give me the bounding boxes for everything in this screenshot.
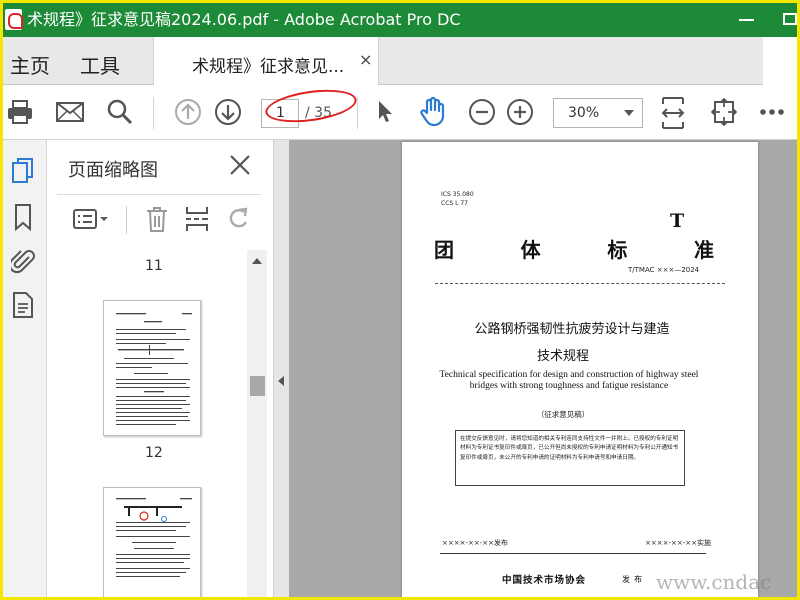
- tab-document[interactable]: 术规程》征求意见... ×: [153, 37, 379, 85]
- standard-number: T/TMAC ×××—2024: [628, 266, 700, 274]
- thumbnail-page-number: 11: [145, 258, 163, 274]
- draft-label: （征求意见稿）: [536, 410, 590, 419]
- ccs-line: CCS L 77: [441, 200, 468, 207]
- tab-tools[interactable]: 工具: [80, 50, 120, 79]
- zoom-select[interactable]: 30%: [553, 98, 643, 128]
- release-date: ××××-××-××发布: [442, 539, 508, 547]
- zoom-value: 30%: [568, 105, 600, 121]
- thumbnail-scrollbar[interactable]: [247, 250, 267, 597]
- select-cursor-icon[interactable]: [371, 98, 399, 126]
- document-title-zh-line2: 技术规程: [536, 349, 589, 364]
- app-window: 术规程》征求意见稿2024.06.pdf - Adobe Acrobat Pro…: [3, 3, 797, 597]
- heading-char: 准: [693, 238, 714, 262]
- zoom-in-icon[interactable]: [506, 98, 534, 126]
- thumbnail-page-number: 12: [145, 445, 163, 461]
- bookmark-icon[interactable]: [8, 202, 38, 232]
- tab-bar-end: [763, 37, 797, 85]
- email-icon[interactable]: [56, 98, 84, 126]
- thumbnails-panel: 页面缩略图 11 12: [47, 140, 273, 597]
- heading-char: 团: [434, 238, 454, 262]
- navigation-rail: [3, 140, 47, 597]
- page-thumbnails-icon[interactable]: [8, 156, 38, 186]
- next-page-icon[interactable]: [214, 98, 242, 126]
- acrobat-icon: [5, 9, 23, 30]
- pdf-page: ICS 35.080 CCS L 77 T 团 体 标 准 T/TMAC ×××…: [402, 142, 758, 597]
- toolbar-separator: [357, 97, 358, 129]
- document-view[interactable]: ICS 35.080 CCS L 77 T 团 体 标 准 T/TMAC ×××…: [289, 140, 797, 597]
- tab-home[interactable]: 主页: [10, 50, 50, 79]
- full-screen-icon[interactable]: [710, 98, 738, 126]
- document-properties-icon[interactable]: [8, 290, 38, 320]
- more-options-icon[interactable]: [758, 98, 786, 126]
- standard-type-heading: 团 体 标 准: [434, 234, 714, 263]
- main-toolbar: 1 / 35 30%: [3, 84, 797, 140]
- zoom-out-icon[interactable]: [468, 98, 496, 126]
- scrollbar-thumb[interactable]: [250, 376, 265, 396]
- collapse-panel-icon[interactable]: [278, 376, 284, 386]
- ics-line: ICS 35.080: [441, 191, 474, 198]
- panel-splitter[interactable]: [273, 140, 289, 597]
- document-title-en: Technical specification for design and c…: [439, 370, 699, 391]
- search-icon[interactable]: [106, 98, 134, 126]
- standard-letter: T: [670, 210, 685, 232]
- publish-label: 发布: [622, 575, 646, 584]
- previous-page-icon[interactable]: [174, 98, 202, 126]
- rotate-page-icon[interactable]: [225, 204, 253, 234]
- tab-bar: 主页 工具 术规程》征求意见... ×: [3, 37, 797, 85]
- document-tab-label: 术规程》征求意见...: [192, 57, 345, 77]
- minimize-button[interactable]: [739, 19, 754, 21]
- ics-code: ICS 35.080 CCS L 77: [441, 190, 474, 208]
- header-rule: [435, 283, 725, 284]
- panel-toolbar-separator: [126, 206, 127, 234]
- panel-title: 页面缩略图: [68, 160, 158, 181]
- toolbar-separator: [153, 97, 154, 129]
- heading-char: 体: [520, 238, 541, 262]
- footer-rule: [440, 553, 706, 554]
- print-icon[interactable]: [6, 98, 34, 126]
- tab-close-icon[interactable]: ×: [359, 50, 372, 69]
- title-bar: 术规程》征求意见稿2024.06.pdf - Adobe Acrobat Pro…: [3, 3, 797, 37]
- insert-page-icon[interactable]: [183, 204, 211, 234]
- fit-width-icon[interactable]: [659, 96, 687, 130]
- scroll-up-icon[interactable]: [252, 258, 262, 264]
- attachment-icon[interactable]: [8, 246, 38, 276]
- thumbnail-page-12[interactable]: [103, 487, 201, 597]
- heading-char: 标: [607, 238, 628, 262]
- restore-button[interactable]: [783, 13, 797, 25]
- publishing-organization: 中国技术市场协会: [502, 575, 587, 586]
- thumbnail-options-icon[interactable]: [71, 204, 111, 234]
- patent-notice-box: 在提交反馈意见时，请将您知道的相关专利连同支持性文件一并附上。已授权的专利证明材…: [455, 430, 685, 486]
- panel-divider: [57, 194, 261, 195]
- chevron-down-icon: [624, 110, 634, 116]
- implementation-date: ××××-××-××实施: [645, 539, 711, 547]
- delete-page-icon[interactable]: [143, 204, 171, 234]
- window-title: 术规程》征求意见稿2024.06.pdf - Adobe Acrobat Pro…: [27, 10, 461, 29]
- thumbnail-list: 11 12: [47, 250, 247, 597]
- thumbnail-page-11[interactable]: [103, 300, 201, 436]
- hand-tool-icon[interactable]: [419, 97, 447, 127]
- site-watermark: www.cndac: [656, 570, 772, 594]
- document-title-zh: 公路钢桥强韧性抗疲劳设计与建造: [474, 322, 670, 337]
- panel-close-icon[interactable]: [227, 152, 253, 178]
